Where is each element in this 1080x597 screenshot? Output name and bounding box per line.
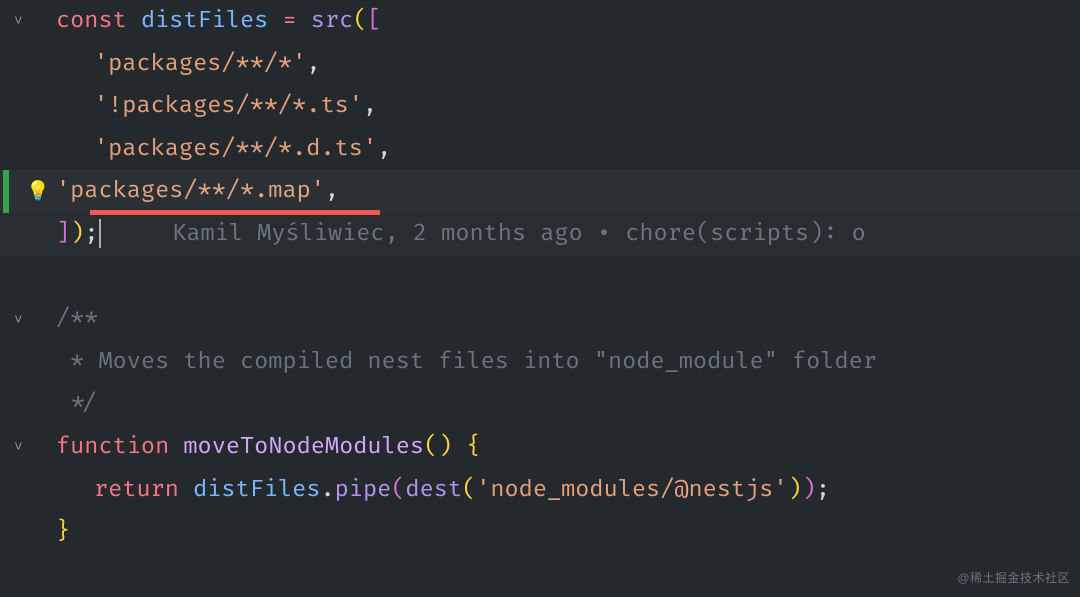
comment: * Moves the compiled nest files into "no… bbox=[56, 341, 877, 384]
text-cursor bbox=[99, 219, 101, 248]
fold-chevron-icon[interactable]: ∨ bbox=[14, 307, 23, 333]
comma: , bbox=[377, 135, 391, 163]
paren-close: ) bbox=[788, 476, 802, 504]
blank-line bbox=[0, 256, 1080, 299]
comment: /** bbox=[56, 298, 98, 341]
variable: distFiles bbox=[141, 7, 268, 35]
comma: , bbox=[325, 177, 339, 205]
code-line[interactable]: 'packages/**/*', bbox=[0, 43, 1080, 86]
code-line[interactable]: */ bbox=[0, 383, 1080, 426]
fold-chevron-icon[interactable]: ∨ bbox=[14, 8, 23, 34]
code-line[interactable]: ∨ function moveToNodeModules() { bbox=[0, 426, 1080, 469]
comma: , bbox=[363, 92, 377, 120]
method-call: pipe bbox=[335, 476, 392, 504]
semicolon: ; bbox=[84, 220, 98, 248]
gitlens-annotation: Kamil Myśliwiec, 2 months ago • chore(sc… bbox=[101, 220, 865, 248]
code-editor[interactable]: ∨ const distFiles = src([ 'packages/**/*… bbox=[0, 0, 1080, 554]
bracket-open: [ bbox=[367, 7, 381, 35]
comment: */ bbox=[56, 383, 98, 426]
code-line[interactable]: '!packages/**/*.ts', bbox=[0, 85, 1080, 128]
paren-open: ( bbox=[391, 476, 405, 504]
function-call: dest bbox=[405, 476, 462, 504]
fold-chevron-icon[interactable]: ∨ bbox=[14, 434, 23, 460]
brace-open: { bbox=[452, 433, 480, 461]
paren-open: ( bbox=[353, 7, 367, 35]
code-line[interactable]: ∨ /** bbox=[0, 298, 1080, 341]
keyword: const bbox=[56, 7, 127, 35]
function-call: src bbox=[311, 7, 353, 35]
watermark: @稀土掘金技术社区 bbox=[957, 567, 1070, 589]
semicolon: ; bbox=[816, 476, 830, 504]
code-line[interactable]: } bbox=[0, 511, 1080, 554]
code-line[interactable]: ∨ const distFiles = src([ bbox=[0, 0, 1080, 43]
dot: . bbox=[320, 476, 334, 504]
keyword: function bbox=[56, 433, 169, 461]
code-line[interactable]: 'packages/**/*.d.ts', bbox=[0, 128, 1080, 171]
string-literal: 'packages/**/*.map' bbox=[56, 177, 325, 205]
brace-close: } bbox=[56, 511, 70, 554]
string-literal: '!packages/**/*.ts' bbox=[94, 92, 363, 120]
code-line[interactable]: * Moves the compiled nest files into "no… bbox=[0, 341, 1080, 384]
comma: , bbox=[306, 50, 320, 78]
code-line[interactable]: return distFiles.pipe(dest('node_modules… bbox=[0, 469, 1080, 512]
paren-close: ) bbox=[70, 220, 84, 248]
git-modified-bar bbox=[3, 170, 9, 213]
keyword: return bbox=[94, 476, 179, 504]
paren-close: ) bbox=[802, 476, 816, 504]
paren-open: ( bbox=[462, 476, 476, 504]
lightbulb-icon[interactable]: 💡 bbox=[26, 174, 50, 209]
string-literal: 'packages/**/*' bbox=[94, 50, 306, 78]
bracket-close: ] bbox=[56, 220, 70, 248]
string-literal: 'packages/**/*.d.ts' bbox=[94, 135, 377, 163]
operator: = bbox=[268, 7, 310, 35]
parens: () bbox=[424, 433, 452, 461]
variable: distFiles bbox=[193, 476, 320, 504]
code-line-current[interactable]: ]); Kamil Myśliwiec, 2 months ago • chor… bbox=[0, 213, 1080, 256]
code-line-modified[interactable]: 💡 'packages/**/*.map', bbox=[0, 170, 1080, 213]
function-name: moveToNodeModules bbox=[183, 433, 424, 461]
string-literal: 'node_modules/@nestjs' bbox=[476, 476, 787, 504]
